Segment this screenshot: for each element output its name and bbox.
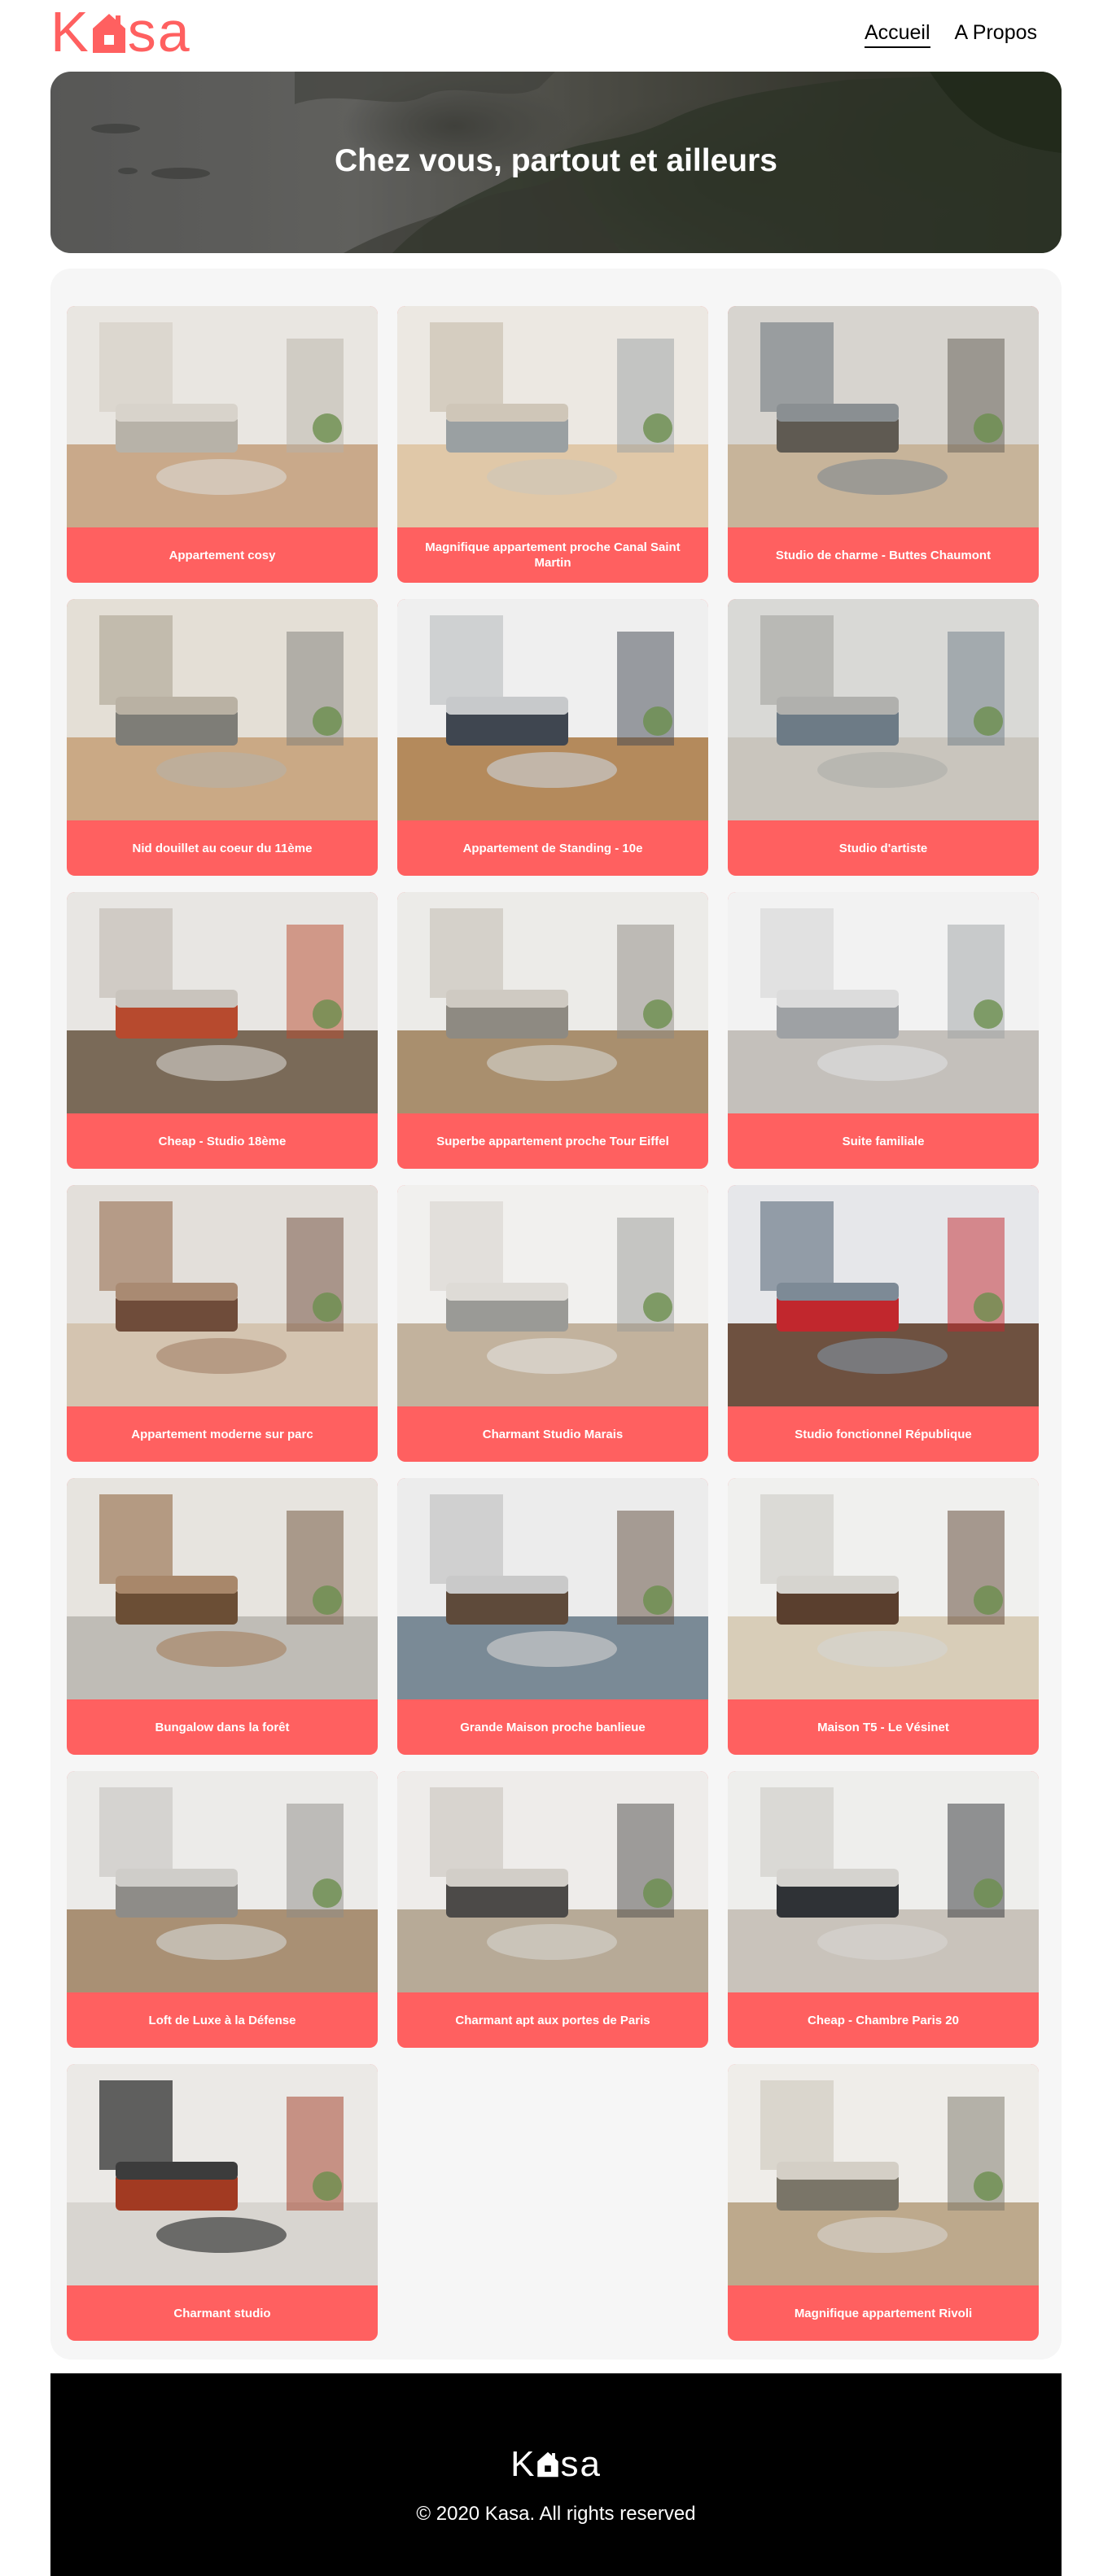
listing-title: Loft de Luxe à la Défense: [148, 2013, 296, 2027]
nav-link-a-propos[interactable]: A Propos: [955, 21, 1037, 48]
listing-title: Studio fonctionnel République: [795, 1427, 972, 1441]
listing-card[interactable]: Studio de charme - Buttes Chaumont: [728, 306, 1039, 583]
listing-photo: [67, 2064, 378, 2285]
house-icon: [91, 7, 127, 56]
listing-card[interactable]: Charmant apt aux portes de Paris: [397, 1771, 708, 2048]
listing-title: Magnifique appartement proche Canal Sain…: [425, 540, 681, 570]
listing-card[interactable]: Studio d'artiste: [728, 599, 1039, 876]
listing-photo: [67, 599, 378, 820]
listing-photo: [728, 306, 1039, 527]
listing-card[interactable]: Appartement de Standing - 10e: [397, 599, 708, 876]
listing-photo: [728, 892, 1039, 1113]
kasa-logo[interactable]: K sa: [50, 3, 191, 60]
logo-letter: K: [50, 0, 90, 63]
listing-card[interactable]: Cheap - Studio 18ème: [67, 892, 378, 1169]
listing-photo: [67, 306, 378, 527]
listing-card[interactable]: Magnifique appartement proche Canal Sain…: [397, 306, 708, 583]
listing-card[interactable]: Cheap - Chambre Paris 20: [728, 1771, 1039, 2048]
hero-banner: Chez vous, partout et ailleurs: [50, 72, 1062, 253]
listing-card[interactable]: Studio fonctionnel République: [728, 1185, 1039, 1462]
site-footer: K sa © 2020 Kasa. All rights reserved: [50, 2373, 1062, 2576]
listing-photo: [67, 1478, 378, 1699]
footer-logo-letters: sa: [560, 2444, 602, 2484]
banner-title: Chez vous, partout et ailleurs: [335, 143, 777, 178]
footer-kasa-logo: K sa: [510, 2447, 602, 2482]
listing-photo: [397, 1185, 708, 1406]
footer-house-icon: [536, 2448, 559, 2481]
listing-title: Studio de charme - Buttes Chaumont: [775, 548, 992, 562]
listing-title: Suite familiale: [842, 1134, 925, 1148]
listing-title: Charmant studio: [173, 2306, 271, 2320]
listing-photo: [397, 1478, 708, 1699]
listing-photo: [728, 1478, 1039, 1699]
listing-card[interactable]: Superbe appartement proche Tour Eiffel: [397, 892, 708, 1169]
logo-letters: sa: [127, 0, 191, 63]
listing-card[interactable]: Maison T5 - Le Vésinet: [728, 1478, 1039, 1755]
listing-title: Nid douillet au coeur du 11ème: [132, 841, 313, 855]
listings-gallery: Appartement cosy Magnifique appartement p…: [50, 269, 1062, 2360]
listing-title: Charmant apt aux portes de Paris: [455, 2013, 650, 2027]
listing-photo: [728, 1185, 1039, 1406]
listing-title: Appartement cosy: [169, 548, 276, 562]
listing-photo: [67, 1771, 378, 1992]
copyright-text: © 2020 Kasa. All rights reserved: [416, 2503, 696, 2525]
listing-photo: [397, 599, 708, 820]
listing-title: Charmant Studio Marais: [482, 1427, 624, 1441]
footer-logo-letter: K: [510, 2444, 536, 2484]
listing-photo: [397, 1771, 708, 1992]
listing-photo: [728, 1771, 1039, 1992]
listing-card[interactable]: Bungalow dans la forêt: [67, 1478, 378, 1755]
listing-photo: [67, 892, 378, 1113]
listing-photo: [728, 2064, 1039, 2285]
site-header: K sa Accueil A Propos: [50, 0, 1062, 72]
listing-card[interactable]: Suite familiale: [728, 892, 1039, 1169]
listing-photo: [728, 599, 1039, 820]
listing-title: Appartement de Standing - 10e: [462, 841, 643, 855]
listing-card[interactable]: Magnifique appartement Rivoli: [728, 2064, 1039, 2341]
listing-photo: [397, 892, 708, 1113]
listing-card[interactable]: Appartement moderne sur parc: [67, 1185, 378, 1462]
listing-card[interactable]: Grande Maison proche banlieue: [397, 1478, 708, 1755]
page: K sa Accueil A Propos Chez vous, partout…: [0, 0, 1112, 2576]
listing-title: Superbe appartement proche Tour Eiffel: [436, 1134, 669, 1148]
listing-photo: [67, 1185, 378, 1406]
listing-title: Bungalow dans la forêt: [155, 1720, 290, 1734]
listing-card[interactable]: Loft de Luxe à la Défense: [67, 1771, 378, 2048]
listing-card[interactable]: Appartement cosy: [67, 306, 378, 583]
listing-title: Studio d'artiste: [838, 841, 928, 855]
listing-title: Grande Maison proche banlieue: [460, 1720, 646, 1734]
nav-link-accueil[interactable]: Accueil: [864, 21, 930, 48]
listing-title: Cheap - Chambre Paris 20: [808, 2013, 959, 2027]
listing-photo: [397, 306, 708, 527]
listing-title: Maison T5 - Le Vésinet: [817, 1720, 949, 1734]
listing-title: Appartement moderne sur parc: [131, 1427, 313, 1441]
listing-title: Magnifique appartement Rivoli: [794, 2306, 973, 2320]
listing-card[interactable]: Charmant Studio Marais: [397, 1185, 708, 1462]
main-nav: Accueil A Propos: [864, 21, 1037, 48]
listing-card[interactable]: Charmant studio: [67, 2064, 378, 2341]
listing-title: Cheap - Studio 18ème: [158, 1134, 287, 1148]
listing-card[interactable]: Nid douillet au coeur du 11ème: [67, 599, 378, 876]
